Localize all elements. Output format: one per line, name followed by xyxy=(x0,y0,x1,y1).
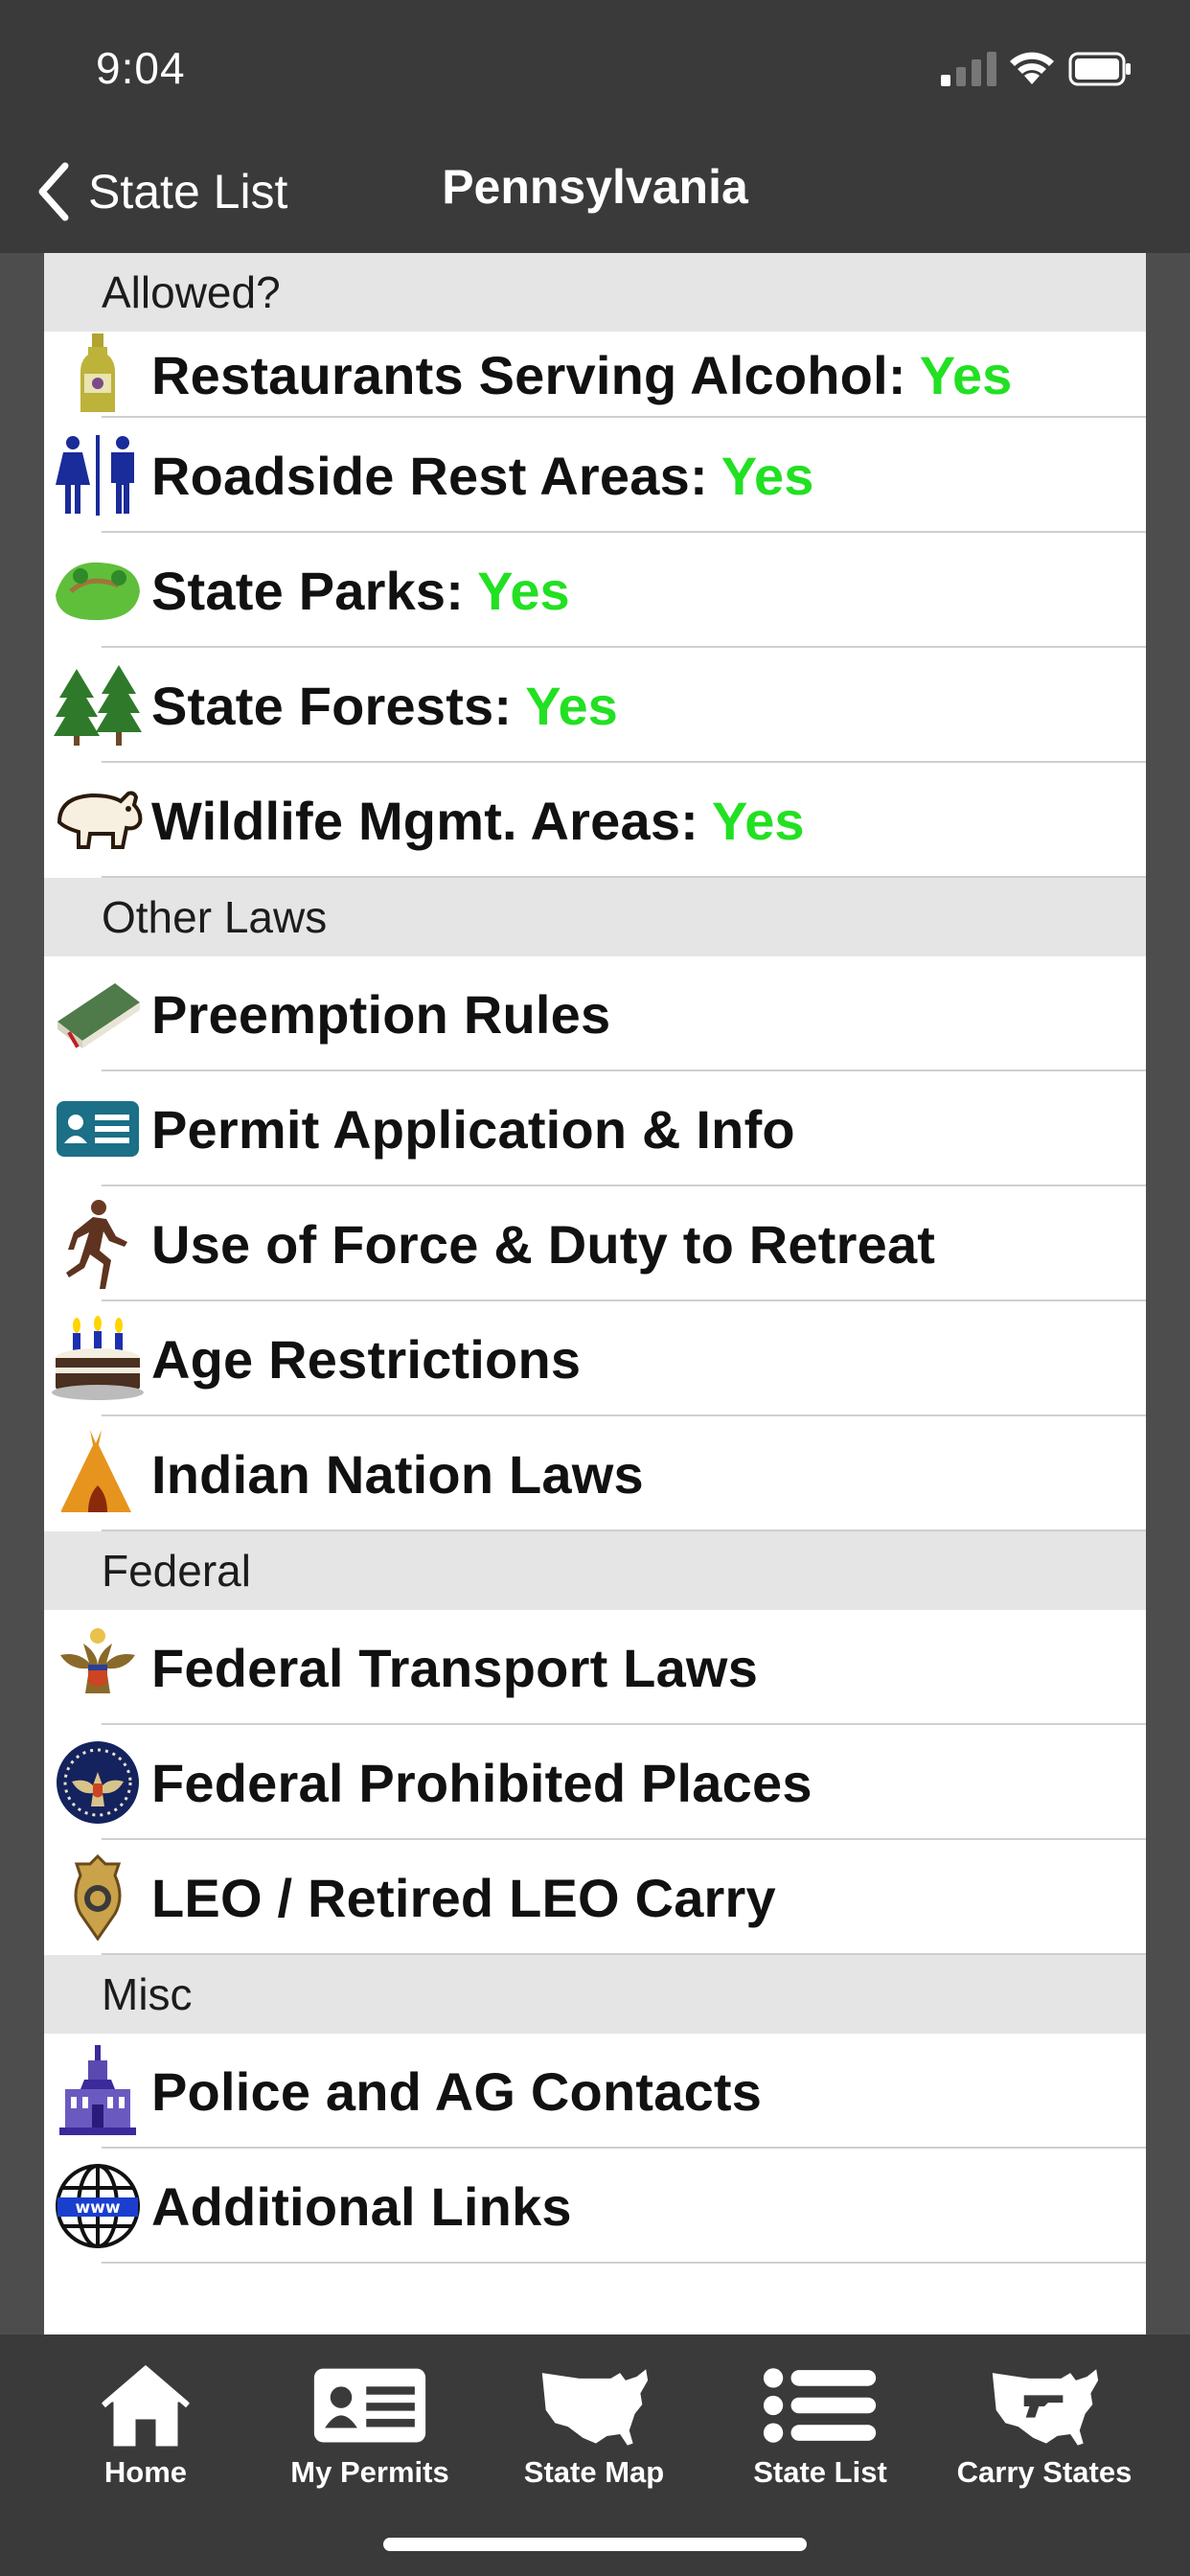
item-label: Federal Prohibited Places xyxy=(151,1752,812,1813)
item-label: Police and AG Contacts xyxy=(151,2060,763,2122)
item-label: Age Restrictions xyxy=(151,1328,582,1390)
police-badge-icon xyxy=(44,1840,151,1955)
capitol-building-icon xyxy=(44,2034,151,2149)
tab-label: State Map xyxy=(523,2455,665,2489)
pine-trees-icon xyxy=(44,648,151,763)
park-icon xyxy=(44,533,151,648)
list-item-state-forests[interactable]: State Forests: Yes xyxy=(44,648,1146,763)
item-label: Preemption Rules xyxy=(151,983,611,1045)
item-label: Roadside Rest Areas: xyxy=(151,445,708,506)
item-label: Federal Transport Laws xyxy=(151,1637,759,1698)
home-indicator xyxy=(383,2538,807,2551)
item-label: Permit Application & Info xyxy=(151,1098,795,1160)
globe-www-icon: www xyxy=(44,2149,151,2264)
item-label: LEO / Retired LEO Carry xyxy=(151,1867,776,1928)
permit-card-icon xyxy=(312,2359,427,2451)
law-book-icon xyxy=(44,956,151,1071)
list-item-roadside-rest[interactable]: Roadside Rest Areas: Yes xyxy=(44,418,1146,533)
home-icon xyxy=(88,2359,203,2451)
status-time: 9:04 xyxy=(96,43,186,93)
tab-home[interactable]: Home xyxy=(50,2359,241,2503)
section-header-misc: Misc xyxy=(44,1955,1146,2034)
list-item-age-restrictions[interactable]: Age Restrictions xyxy=(44,1301,1146,1416)
section-header-other-laws: Other Laws xyxy=(44,878,1146,956)
birthday-cake-icon xyxy=(44,1301,151,1416)
cellular-signal-icon xyxy=(941,52,996,86)
tab-label: My Permits xyxy=(290,2455,449,2489)
list-item-wildlife-areas[interactable]: Wildlife Mgmt. Areas: Yes xyxy=(44,763,1146,878)
list-item-federal-prohibited[interactable]: Federal Prohibited Places xyxy=(44,1725,1146,1840)
teepee-icon xyxy=(44,1416,151,1531)
running-man-icon xyxy=(44,1186,151,1301)
usa-map-icon xyxy=(537,2359,652,2451)
right-gutter xyxy=(1146,253,1190,2334)
item-label: State Parks: xyxy=(151,560,465,621)
item-value-yes: Yes xyxy=(919,344,1013,405)
item-value-yes: Yes xyxy=(721,445,814,506)
item-value-yes: Yes xyxy=(525,675,618,736)
list-item-federal-transport[interactable]: Federal Transport Laws xyxy=(44,1610,1146,1725)
bear-icon xyxy=(44,763,151,878)
item-label: Use of Force & Duty to Retreat xyxy=(151,1213,936,1275)
svg-text:www: www xyxy=(75,2198,120,2218)
id-card-icon xyxy=(44,1071,151,1186)
tab-label: Carry States xyxy=(956,2455,1133,2489)
list-item-police-ag-contacts[interactable]: Police and AG Contacts xyxy=(44,2034,1146,2149)
item-label: Restaurants Serving Alcohol: xyxy=(151,344,906,405)
tab-bar: Home My Permits State Map State List Car… xyxy=(0,2334,1190,2576)
item-label: Additional Links xyxy=(151,2175,572,2237)
section-header-federal: Federal xyxy=(44,1531,1146,1610)
tab-state-list[interactable]: State List xyxy=(724,2359,916,2503)
tab-carry-states[interactable]: Carry States xyxy=(949,2359,1140,2503)
item-label: Wildlife Mgmt. Areas: xyxy=(151,790,699,851)
restroom-icon xyxy=(44,418,151,533)
list-icon xyxy=(763,2359,878,2451)
item-value-yes: Yes xyxy=(712,790,805,851)
status-icons xyxy=(941,52,1131,86)
list-item-leo-carry[interactable]: LEO / Retired LEO Carry xyxy=(44,1840,1146,1955)
presidential-seal-icon xyxy=(44,1725,151,1840)
item-label: State Forests: xyxy=(151,675,513,736)
tab-label: State List xyxy=(753,2455,887,2489)
law-list[interactable]: Allowed? Restaurants Serving Alcohol: Ye… xyxy=(44,253,1146,2334)
wifi-icon xyxy=(1010,52,1054,84)
item-label: Indian Nation Laws xyxy=(151,1443,644,1505)
list-item-use-of-force[interactable]: Use of Force & Duty to Retreat xyxy=(44,1186,1146,1301)
list-item-indian-nation[interactable]: Indian Nation Laws xyxy=(44,1416,1146,1531)
item-value-yes: Yes xyxy=(477,560,570,621)
top-bar: 9:04 State List Pennsylvania xyxy=(0,0,1190,253)
tab-label: Home xyxy=(103,2455,188,2489)
list-item-permit-application[interactable]: Permit Application & Info xyxy=(44,1071,1146,1186)
wine-bottle-icon xyxy=(44,332,151,418)
list-item-preemption[interactable]: Preemption Rules xyxy=(44,956,1146,1071)
section-header-allowed: Allowed? xyxy=(44,253,1146,332)
page-title: Pennsylvania xyxy=(442,160,748,214)
list-item-state-parks[interactable]: State Parks: Yes xyxy=(44,533,1146,648)
tab-my-permits[interactable]: My Permits xyxy=(274,2359,466,2503)
list-item-restaurants-alcohol[interactable]: Restaurants Serving Alcohol: Yes xyxy=(44,332,1146,418)
usa-gun-map-icon xyxy=(987,2359,1102,2451)
battery-icon xyxy=(1068,52,1131,86)
eagle-seal-icon xyxy=(44,1610,151,1725)
list-item-additional-links[interactable]: www Additional Links xyxy=(44,2149,1146,2264)
left-gutter xyxy=(0,253,44,2334)
tab-state-map[interactable]: State Map xyxy=(498,2359,690,2503)
